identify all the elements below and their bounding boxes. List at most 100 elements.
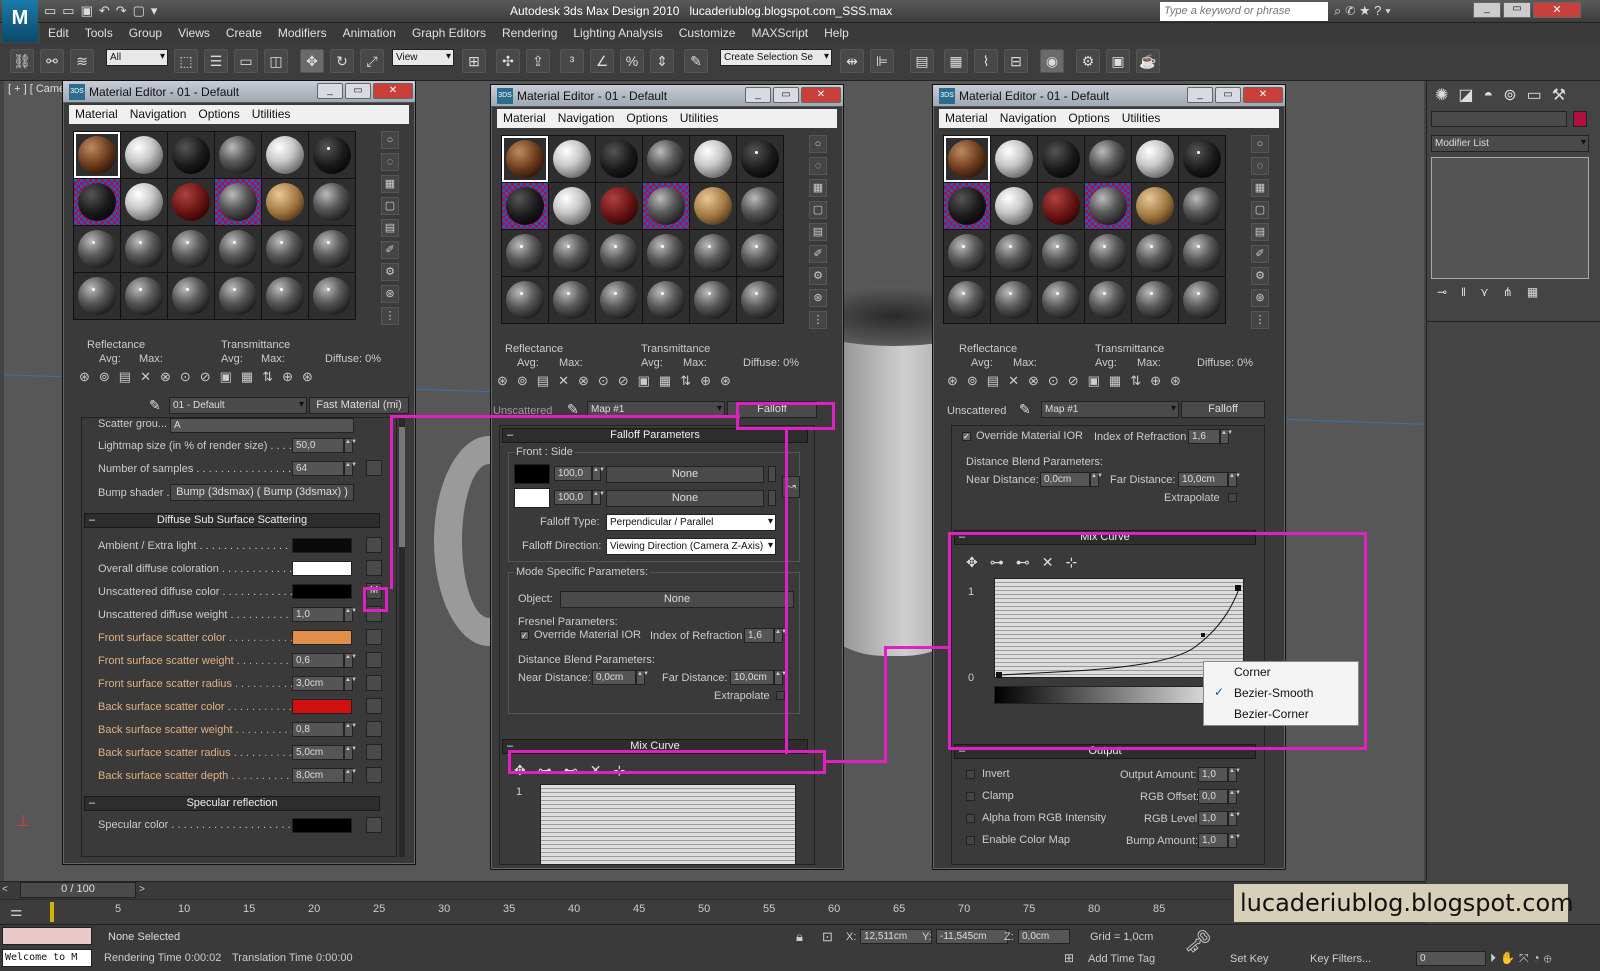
rendered-frame-icon[interactable]: ▣ bbox=[1106, 49, 1130, 73]
infocenter-icons[interactable]: ⌕✆★?▾ bbox=[1334, 3, 1395, 19]
time-slider[interactable]: < 0 / 100 > bbox=[0, 881, 1426, 899]
sample-slot[interactable] bbox=[991, 183, 1037, 229]
sample-slot[interactable] bbox=[215, 273, 261, 319]
backlight-icon[interactable]: ◌ bbox=[809, 157, 827, 175]
spinner[interactable]: ▲▼ bbox=[1228, 472, 1241, 487]
map-button[interactable] bbox=[366, 460, 382, 476]
menu-views[interactable]: Views bbox=[170, 23, 218, 43]
curve-editor-icon[interactable]: ⌇ bbox=[974, 49, 998, 73]
sample-slot[interactable] bbox=[1179, 277, 1225, 323]
menu-material[interactable]: Material bbox=[69, 105, 124, 123]
material-toolbar[interactable]: ⊛⊚▤✕⊗⊙⊘▣▦⇅⊕⊛ bbox=[947, 373, 1190, 389]
sample-slot[interactable] bbox=[1038, 136, 1084, 182]
maxscript-listener-mini[interactable] bbox=[2, 927, 92, 945]
sample-type-icon[interactable]: ○ bbox=[381, 131, 399, 149]
material-type-button[interactable]: Fast Material (mi) bbox=[309, 397, 409, 414]
spinner[interactable]: ▲▼ bbox=[344, 461, 357, 476]
ambient-color-swatch[interactable] bbox=[292, 538, 352, 553]
sample-slot[interactable] bbox=[121, 179, 167, 225]
bump-shader-button[interactable]: Bump (3dsmax) ( Bump (3dsmax) ) bbox=[170, 484, 354, 501]
welcome-text[interactable]: Welcome to M bbox=[2, 949, 92, 967]
menu-help[interactable]: Help bbox=[816, 23, 857, 43]
object-pick-button[interactable]: None bbox=[560, 591, 794, 608]
render-setup-icon[interactable]: ⚙ bbox=[1076, 49, 1100, 73]
sample-slot[interactable] bbox=[168, 132, 214, 178]
menu-options[interactable]: Options bbox=[192, 105, 245, 123]
sample-slot[interactable] bbox=[643, 230, 689, 276]
sample-type-icon[interactable]: ○ bbox=[809, 135, 827, 153]
sample-slot[interactable] bbox=[309, 132, 355, 178]
map-button[interactable] bbox=[366, 675, 382, 691]
sample-slot[interactable] bbox=[1085, 230, 1131, 276]
key-filters-button[interactable]: Key Filters... bbox=[1310, 953, 1371, 965]
spinner[interactable]: ▲▼ bbox=[1090, 472, 1103, 487]
track-bar-icon[interactable]: ⚌ bbox=[10, 903, 23, 920]
spinner[interactable]: ▲▼ bbox=[344, 676, 357, 691]
sample-slot[interactable] bbox=[262, 273, 308, 319]
command-panel-tabs[interactable]: ✺◪◓⊚▭⚒ bbox=[1435, 85, 1576, 105]
lock-selection-icon[interactable]: 🔒︎ bbox=[796, 929, 803, 945]
sample-slot[interactable] bbox=[121, 132, 167, 178]
output-amount-field[interactable]: 1,0 bbox=[1198, 767, 1228, 782]
sample-slot[interactable] bbox=[262, 179, 308, 225]
material-navigator-icon[interactable]: ⋮ bbox=[381, 307, 399, 325]
mirror-icon[interactable]: ⇹ bbox=[840, 49, 864, 73]
sample-slot[interactable] bbox=[991, 230, 1037, 276]
alpha-rgb-checkbox[interactable] bbox=[966, 814, 975, 823]
menu-options[interactable]: Options bbox=[620, 109, 673, 127]
sample-slot[interactable] bbox=[991, 136, 1037, 182]
menu-options[interactable]: Options bbox=[1062, 109, 1115, 127]
spinner[interactable]: ▲▼ bbox=[774, 670, 787, 685]
map-toggle[interactable] bbox=[768, 466, 776, 482]
object-color-swatch[interactable] bbox=[1573, 111, 1587, 127]
map-button[interactable] bbox=[366, 721, 382, 737]
sample-slot[interactable] bbox=[168, 179, 214, 225]
sample-slot[interactable] bbox=[215, 226, 261, 272]
eyedropper-icon[interactable]: ✎ bbox=[1019, 401, 1031, 418]
make-preview-icon[interactable]: ✐ bbox=[381, 241, 399, 259]
sample-slot[interactable] bbox=[690, 136, 736, 182]
menu-create[interactable]: Create bbox=[218, 23, 270, 43]
video-check-icon[interactable]: ▤ bbox=[381, 219, 399, 237]
options-icon[interactable]: ⚙ bbox=[809, 267, 827, 285]
sample-slot[interactable] bbox=[596, 136, 642, 182]
map-button[interactable] bbox=[366, 744, 382, 760]
map-type-button[interactable]: Falloff bbox=[1181, 401, 1265, 418]
sample-slot[interactable] bbox=[944, 183, 990, 229]
back-radius-field[interactable]: 5,0cm bbox=[292, 745, 344, 760]
sample-slot[interactable] bbox=[1038, 183, 1084, 229]
menu-group[interactable]: Group bbox=[121, 23, 170, 43]
move-icon[interactable]: ✥ bbox=[300, 49, 324, 73]
menu-utilities[interactable]: Utilities bbox=[1116, 109, 1167, 127]
map-name-field[interactable]: Map #1 bbox=[1041, 401, 1179, 418]
percent-snap-icon[interactable]: % bbox=[620, 49, 644, 73]
map-button[interactable] bbox=[366, 767, 382, 783]
align-icon[interactable]: ⊫ bbox=[870, 49, 894, 73]
front-map-button[interactable]: None bbox=[606, 466, 764, 483]
extrapolate-checkbox[interactable] bbox=[1228, 493, 1237, 502]
edit-named-sel-icon[interactable]: ✎ bbox=[684, 49, 708, 73]
map-button[interactable] bbox=[366, 537, 382, 553]
close-button[interactable]: ✕ bbox=[1533, 2, 1581, 18]
menu-material[interactable]: Material bbox=[497, 109, 552, 127]
sample-slot[interactable] bbox=[74, 179, 120, 225]
minimize-button[interactable]: _ bbox=[1187, 87, 1213, 103]
schematic-view-icon[interactable]: ⊟ bbox=[1004, 49, 1028, 73]
menu-modifiers[interactable]: Modifiers bbox=[270, 23, 335, 43]
falloff-direction-dropdown[interactable]: Viewing Direction (Camera Z-Axis) bbox=[606, 538, 776, 555]
maximize-button[interactable]: ▭ bbox=[773, 87, 799, 103]
invert-checkbox[interactable] bbox=[966, 770, 975, 779]
sample-slot[interactable] bbox=[596, 230, 642, 276]
select-manipulate-icon[interactable]: ✣ bbox=[496, 49, 520, 73]
rollout-scrollbar[interactable] bbox=[399, 417, 405, 857]
uv-tiling-icon[interactable]: ▢ bbox=[809, 201, 827, 219]
sss-rollout-header[interactable]: – Diffuse Sub Surface Scattering bbox=[84, 513, 380, 528]
menu-utilities[interactable]: Utilities bbox=[674, 109, 725, 127]
menu-navigation[interactable]: Navigation bbox=[552, 109, 621, 127]
sample-slot[interactable] bbox=[1085, 183, 1131, 229]
track-bar[interactable]: ⚌ 5 10 15 20 25 30 35 40 45 50 55 60 65 … bbox=[0, 899, 1426, 924]
close-button[interactable]: ✕ bbox=[1243, 87, 1283, 103]
options-icon[interactable]: ⚙ bbox=[381, 263, 399, 281]
side-amount-field[interactable]: 100,0 bbox=[554, 490, 592, 505]
object-name-field[interactable] bbox=[1431, 111, 1567, 127]
